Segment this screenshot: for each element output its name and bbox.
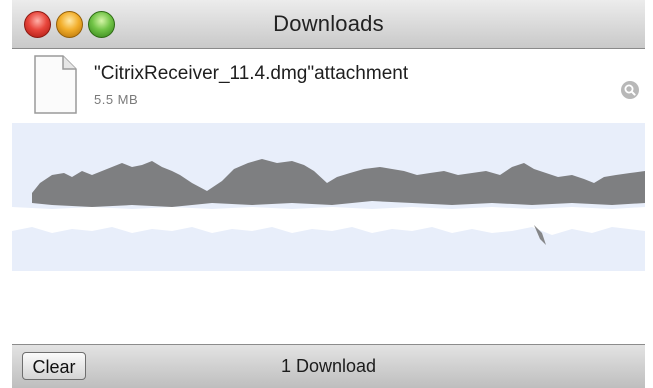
download-progress-band <box>12 123 645 271</box>
title-bar[interactable]: Downloads <box>12 0 645 49</box>
download-count: 1 Download <box>280 356 377 376</box>
window-title: Downloads <box>273 11 384 36</box>
download-size: 5.5 MB <box>94 92 139 107</box>
downloads-window: Downloads "CitrixReceiver_11.4.dmg"attac… <box>12 0 645 388</box>
download-item[interactable]: "CitrixReceiver_11.4.dmg"attachment 5.5 … <box>12 49 645 123</box>
progress-waveform <box>12 159 645 245</box>
downloads-list: "CitrixReceiver_11.4.dmg"attachment 5.5 … <box>12 49 645 344</box>
magnifier-icon[interactable] <box>620 80 640 100</box>
document-icon <box>32 55 78 115</box>
download-filename: "CitrixReceiver_11.4.dmg"attachment <box>94 63 409 84</box>
bottom-toolbar: Clear 1 Download <box>12 344 645 388</box>
